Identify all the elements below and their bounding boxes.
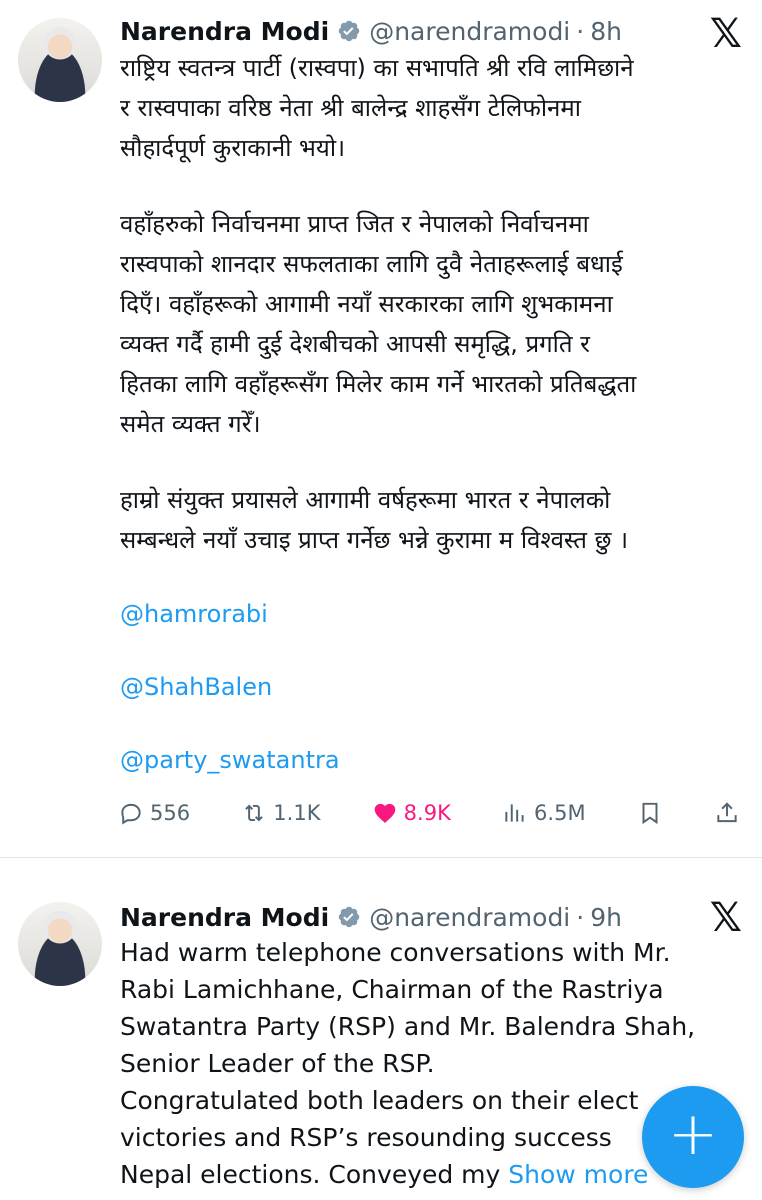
text-line: Senior Leader of the RSP.: [120, 1049, 435, 1078]
text-line-last: Nepal elections. Conveyed my: [120, 1160, 509, 1189]
show-more-link[interactable]: Show more: [508, 1160, 648, 1189]
text-line: Rabi Lamichhane, Chairman of the Rastriy…: [120, 975, 664, 1004]
x-logo-icon: 𝕏: [709, 895, 742, 941]
tweet-header: Narendra Modi @narendramodi · 9h: [120, 900, 734, 934]
text-line: Nepal elections. Conveyed my Show more: [120, 1156, 734, 1193]
tweet-2[interactable]: 𝕏 Narendra Modi @narendramodi · 9h Had w…: [0, 0, 762, 1193]
author-handle[interactable]: @narendramodi: [369, 903, 570, 932]
compose-plus-icon: +: [667, 1099, 719, 1169]
tweet-body: Had warm telephone conversations with Mr…: [120, 934, 734, 1193]
tweet-time[interactable]: 9h: [590, 903, 622, 932]
text-line: Swatantra Party (RSP) and Mr. Balendra S…: [120, 1012, 696, 1041]
text-line: Congratulated both leaders on their elec…: [120, 1086, 639, 1115]
author-avatar[interactable]: [18, 902, 102, 986]
verified-badge-icon: [337, 905, 361, 929]
text-line: Had warm telephone conversations with Mr…: [120, 938, 671, 967]
author-name[interactable]: Narendra Modi: [120, 903, 329, 932]
separator-dot: ·: [576, 902, 585, 932]
compose-button[interactable]: +: [642, 1086, 744, 1188]
